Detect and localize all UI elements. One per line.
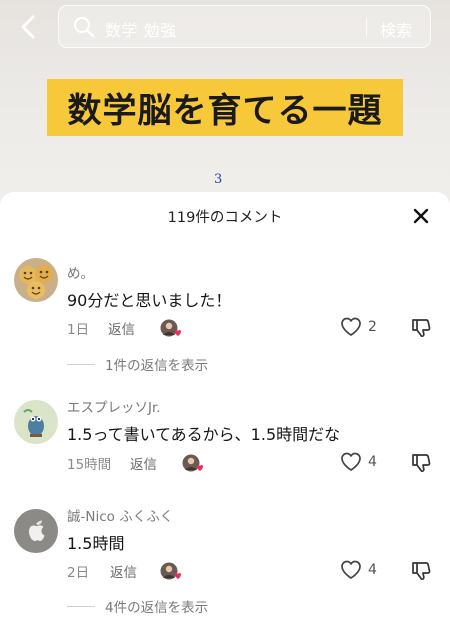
view-replies-button[interactable]: 4件の返信を表示 — [67, 596, 208, 616]
video-title-banner: 数学脳を育てる一題 — [47, 79, 403, 136]
comment-username[interactable]: エスプレッソJr. — [67, 396, 161, 416]
smiley-cookies-avatar-icon — [14, 258, 58, 302]
comments-header: 119件のコメント — [0, 192, 450, 238]
search-divider — [366, 17, 367, 37]
apple-logo-avatar-icon — [14, 509, 58, 553]
like-count: 4 — [368, 562, 377, 578]
heart-outline-icon — [341, 560, 361, 579]
search-input[interactable]: 数学 勉強 — [105, 17, 177, 41]
comments-sheet: 119件のコメント め。 90分だと思いました！ 1日 返信 2 1件の返信を表… — [0, 192, 450, 629]
avatar[interactable] — [14, 258, 58, 302]
avatar[interactable] — [14, 400, 58, 444]
back-button[interactable] — [12, 11, 44, 43]
creator-liked-badge — [160, 319, 181, 337]
heart-outline-icon — [341, 317, 361, 336]
avatar[interactable] — [14, 509, 58, 553]
reply-button[interactable]: 返信 — [110, 561, 137, 581]
view-replies-label: 1件の返信を表示 — [105, 358, 209, 374]
handwritten-number: 3 — [214, 172, 223, 187]
dislike-button[interactable] — [410, 560, 432, 582]
comment-time: 15時間 — [67, 457, 112, 473]
comment-text: 90分だと思いました！ — [67, 291, 232, 310]
search-bar[interactable]: 数学 勉強 検索 — [58, 5, 431, 48]
comment-text: 1.5って書いてあるから、1.5時間だな — [67, 425, 341, 444]
replies-divider-line — [67, 363, 95, 365]
view-replies-button[interactable]: 1件の返信を表示 — [67, 354, 208, 374]
close-button[interactable] — [411, 206, 431, 226]
like-button[interactable]: 4 — [340, 560, 377, 580]
comment-username[interactable]: 誠-Nico ふくふく — [67, 505, 173, 525]
search-icon — [73, 16, 95, 38]
reply-button[interactable]: 返信 — [108, 318, 135, 338]
like-count: 2 — [368, 319, 377, 335]
view-replies-label: 4件の返信を表示 — [105, 600, 209, 616]
dislike-icon — [412, 454, 431, 473]
back-icon — [21, 15, 35, 39]
comment-time: 1日 — [67, 322, 90, 338]
search-submit-button[interactable]: 検索 — [380, 17, 412, 41]
dislike-icon — [412, 562, 431, 581]
creator-liked-badge — [182, 454, 203, 472]
comment-username[interactable]: め。 — [67, 262, 94, 282]
comment-time: 2日 — [67, 565, 90, 581]
comment-text: 1.5時間 — [67, 534, 125, 553]
close-icon — [413, 208, 429, 224]
comments-count-title: 119件のコメント — [167, 210, 283, 226]
creator-liked-badge — [160, 562, 181, 580]
reply-button[interactable]: 返信 — [130, 453, 157, 473]
like-button[interactable]: 4 — [340, 452, 377, 472]
video-background: 数学 勉強 検索 数学脳を育てる一題 3 — [0, 0, 450, 215]
character-avatar-icon — [14, 400, 58, 444]
top-bar: 数学 勉強 検索 — [0, 5, 450, 49]
dislike-button[interactable] — [410, 452, 432, 474]
replies-divider-line — [67, 605, 95, 607]
dislike-button[interactable] — [410, 317, 432, 339]
like-button[interactable]: 2 — [340, 317, 377, 337]
heart-outline-icon — [341, 452, 361, 471]
like-count: 4 — [368, 454, 377, 470]
dislike-icon — [412, 319, 431, 338]
